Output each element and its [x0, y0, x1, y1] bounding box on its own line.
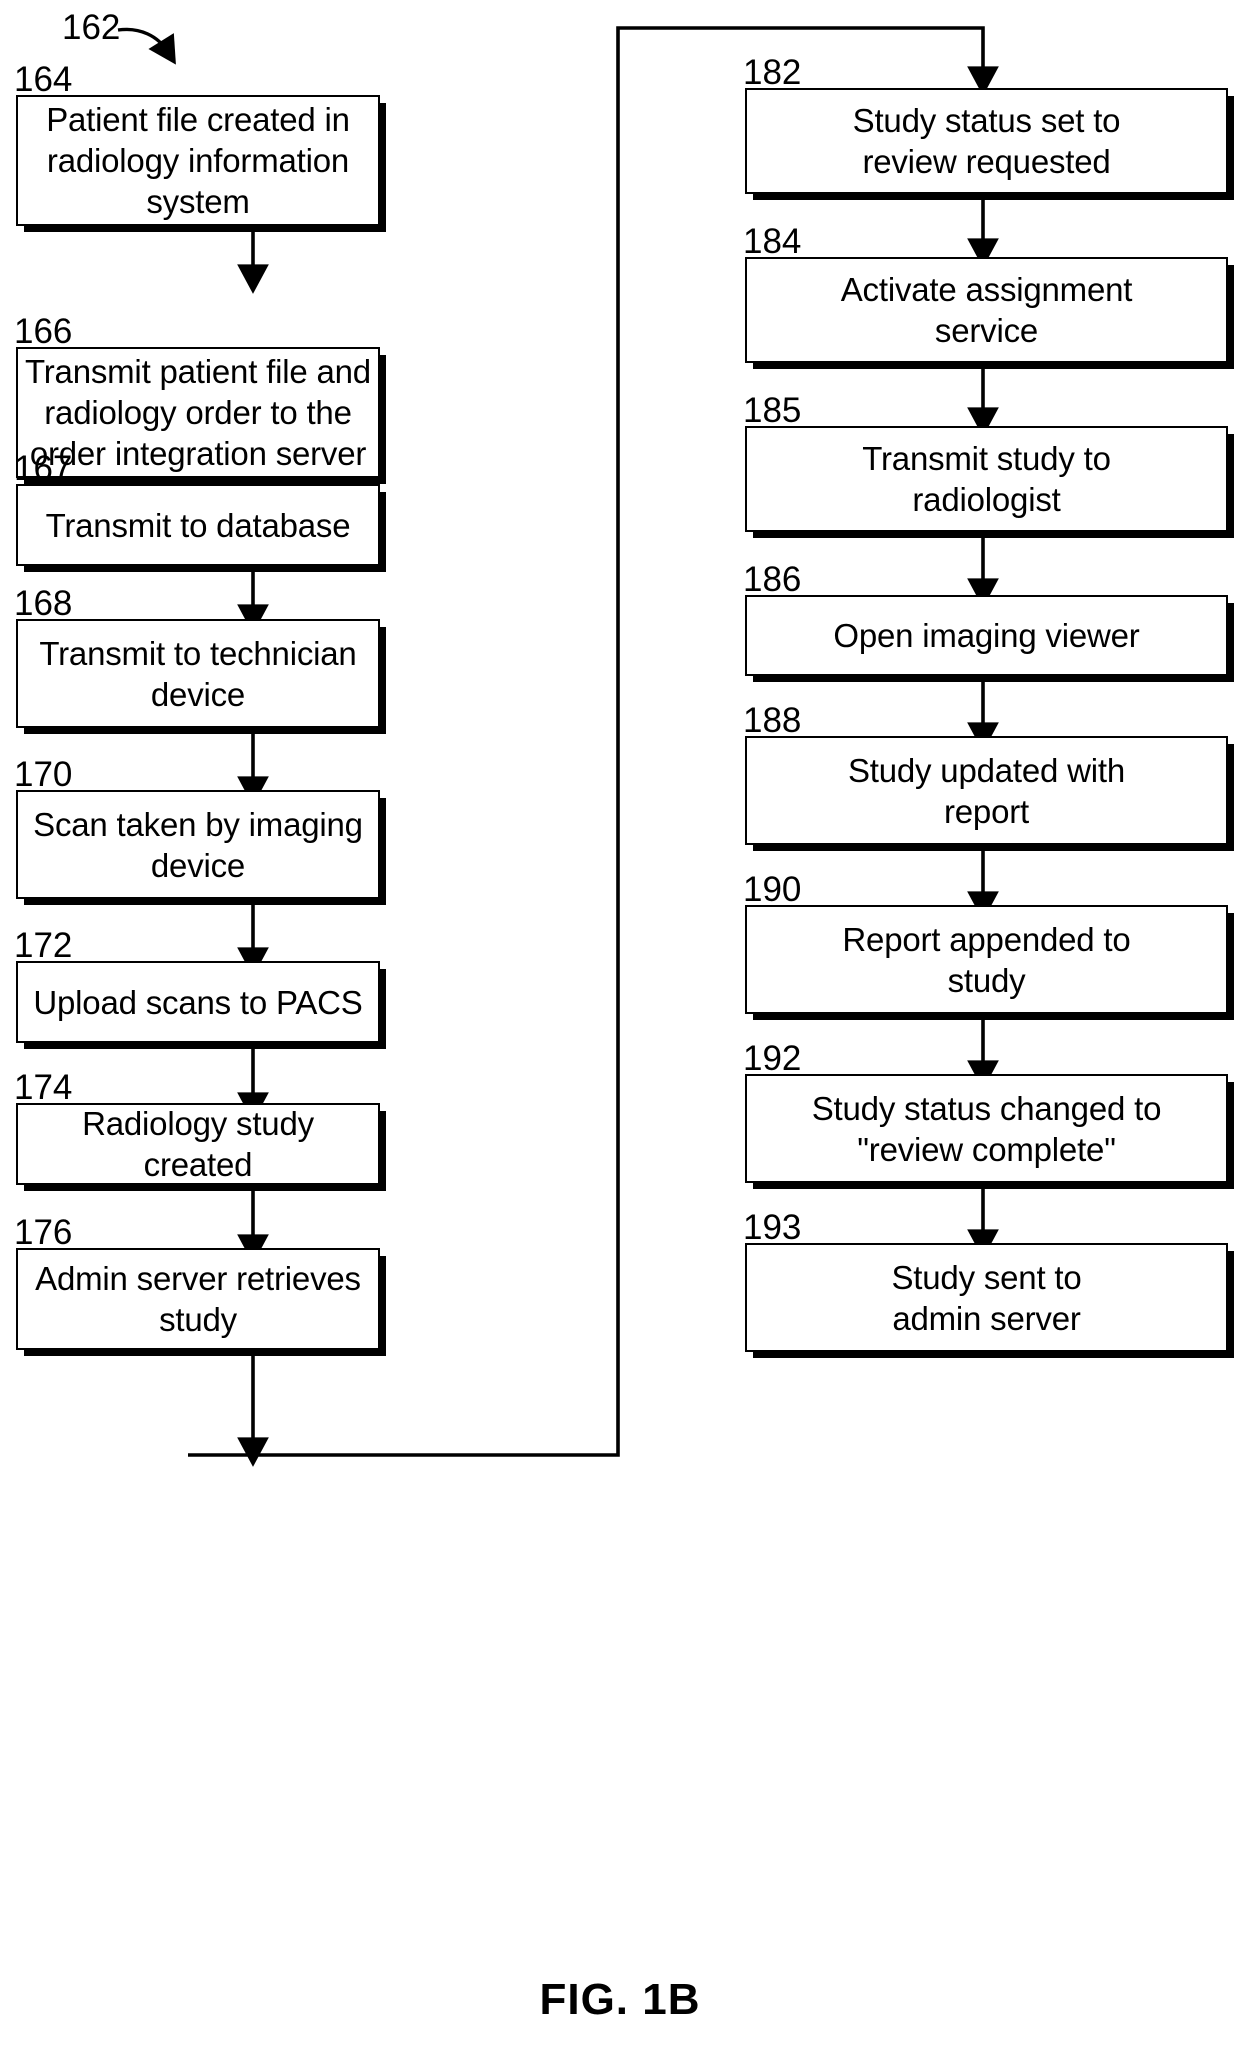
node-ref-192: 192 — [743, 1039, 802, 1078]
node-ref-167: 167 — [14, 449, 73, 488]
node-text-188: Study updated with report — [847, 751, 1126, 830]
flowchart-node-168[interactable]: Transmit to technician device — [16, 619, 380, 728]
node-ref-193: 193 — [743, 1208, 802, 1247]
flowchart-node-184[interactable]: Activate assignment service — [745, 257, 1228, 363]
node-text-170: Scan taken by imaging device — [33, 805, 363, 884]
node-ref-182: 182 — [743, 53, 802, 92]
flowchart-node-188[interactable]: Study updated with report — [745, 736, 1228, 845]
node-ref-172: 172 — [14, 926, 73, 965]
node-text-186: Open imaging viewer — [833, 617, 1140, 654]
node-ref-184: 184 — [743, 222, 802, 261]
node-ref-174: 174 — [14, 1068, 73, 1107]
flowchart-node-182[interactable]: Study status set to review requested — [745, 88, 1228, 194]
node-ref-164: 164 — [14, 60, 73, 99]
node-text-192: Study status changed to "review complete… — [811, 1089, 1162, 1168]
node-ref-188: 188 — [743, 701, 802, 740]
flowchart-node-176[interactable]: Admin server retrieves study — [16, 1248, 380, 1350]
node-text-168: Transmit to technician device — [39, 634, 357, 713]
flowchart-node-164[interactable]: Patient file created in radiology inform… — [16, 95, 380, 226]
flowchart-node-185[interactable]: Transmit study to radiologist — [745, 426, 1228, 532]
node-ref-190: 190 — [743, 870, 802, 909]
flowchart-node-170[interactable]: Scan taken by imaging device — [16, 790, 380, 899]
figure-1b: 162 164 Patient file created in radiolog… — [0, 0, 1240, 2054]
flowchart-node-174[interactable]: Radiology study created — [16, 1103, 380, 1185]
flowchart-node-167[interactable]: Transmit to database — [16, 484, 380, 566]
node-text-190: Report appended to study — [842, 920, 1131, 999]
node-text-193: Study sent to admin server — [891, 1258, 1082, 1337]
node-ref-170: 170 — [14, 755, 73, 794]
figure-ref-162: 162 — [62, 8, 121, 47]
node-ref-185: 185 — [743, 391, 802, 430]
flowchart-node-172[interactable]: Upload scans to PACS — [16, 961, 380, 1043]
figure-caption: FIG. 1B — [539, 1975, 701, 2024]
node-ref-168: 168 — [14, 584, 73, 623]
flowchart-node-186[interactable]: Open imaging viewer — [745, 595, 1228, 676]
figure-ref-arrow-162 — [117, 27, 176, 65]
node-text-164: Patient file created in radiology inform… — [46, 101, 350, 220]
node-text-176: Admin server retrieves study — [35, 1260, 361, 1338]
node-ref-176: 176 — [14, 1213, 73, 1252]
flowchart-node-192[interactable]: Study status changed to "review complete… — [745, 1074, 1228, 1183]
node-text-167: Transmit to database — [45, 506, 351, 544]
flowchart-node-190[interactable]: Report appended to study — [745, 905, 1228, 1014]
node-ref-186: 186 — [743, 560, 802, 599]
node-text-182: Study status set to review requested — [852, 102, 1121, 180]
node-text-174: Radiology study created — [82, 1105, 314, 1183]
node-text-172: Upload scans to PACS — [33, 983, 363, 1021]
node-ref-166: 166 — [14, 312, 73, 351]
node-text-184: Activate assignment service — [840, 271, 1133, 349]
node-text-185: Transmit study to radiologist — [862, 440, 1111, 518]
flowchart-node-193[interactable]: Study sent to admin server — [745, 1243, 1228, 1352]
